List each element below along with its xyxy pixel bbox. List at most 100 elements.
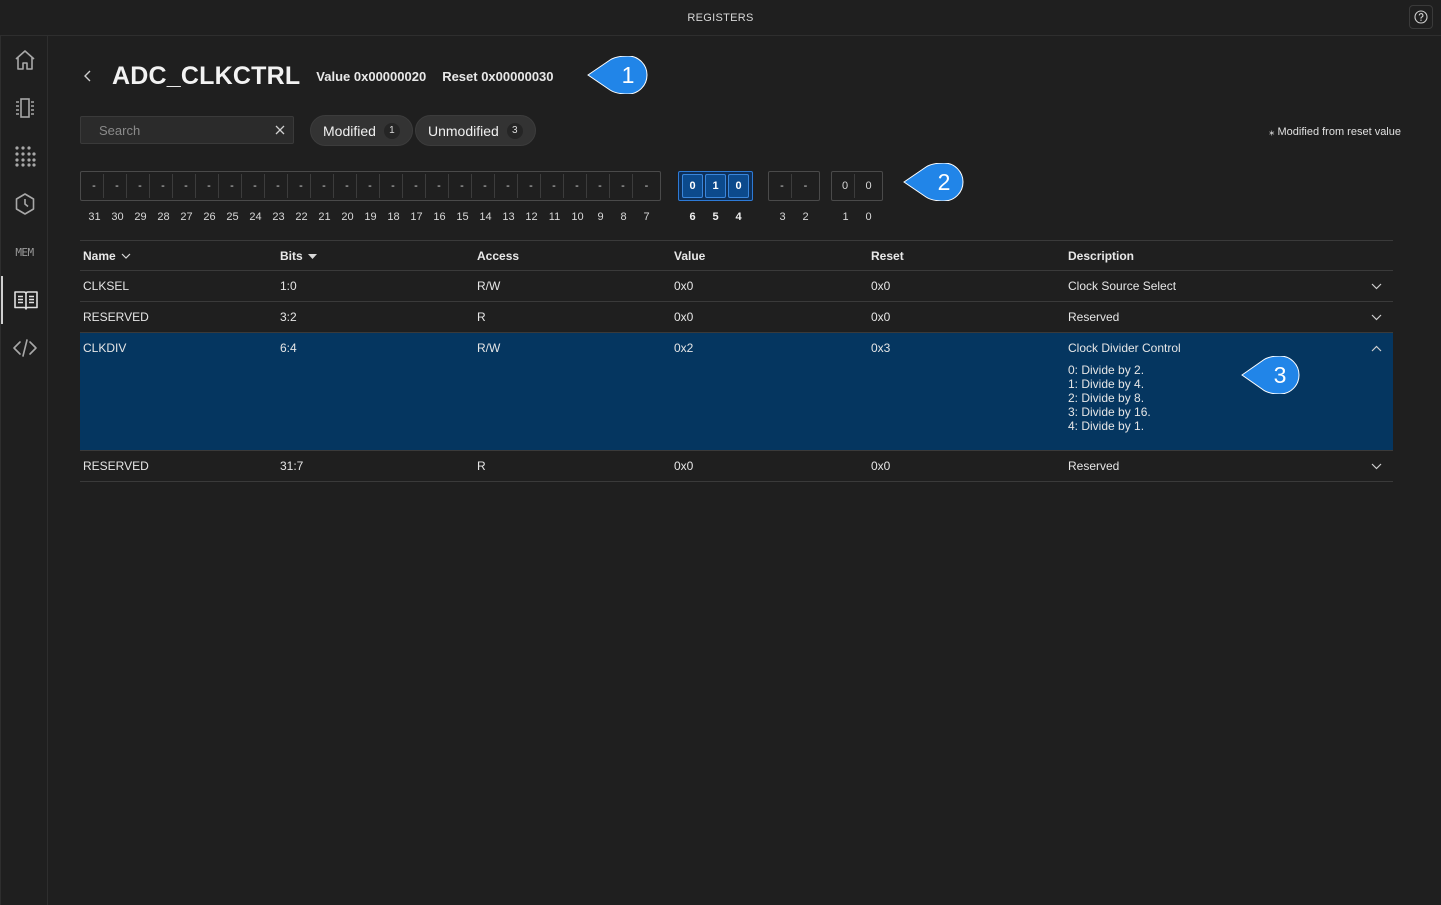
bit-cell[interactable]: - <box>637 174 656 198</box>
modified-legend-note: ⁎ Modified from reset value <box>1268 126 1401 138</box>
bit-cell[interactable]: - <box>131 174 150 198</box>
back-button[interactable] <box>80 68 96 84</box>
column-header-access[interactable]: Access <box>477 241 519 271</box>
callout-number: 1 <box>621 61 635 88</box>
bit-cell[interactable]: - <box>361 174 380 198</box>
search-field[interactable] <box>80 116 294 144</box>
bit-group-1-0[interactable]: 00 <box>831 171 883 201</box>
enum-item: 1: Divide by 4. <box>1068 377 1145 391</box>
field-value[interactable]: 0x0 <box>674 451 693 481</box>
bit-cell[interactable]: - <box>384 174 403 198</box>
chevron-left-icon <box>84 70 91 82</box>
bit-index-label: 27 <box>180 211 193 223</box>
bit-cell[interactable]: - <box>223 174 242 198</box>
column-header-value[interactable]: Value <box>674 241 705 271</box>
column-header-bits[interactable]: Bits <box>280 241 317 271</box>
bit-index-label: 16 <box>433 211 446 223</box>
register-reset-value: Reset 0x00000030 <box>442 68 554 84</box>
bit-index-label: 20 <box>341 211 354 223</box>
bit-index-label: 9 <box>597 211 604 223</box>
filter-unmodified-count: 3 <box>506 122 523 139</box>
bit-cell[interactable]: 0 <box>836 174 855 198</box>
expand-row-button[interactable] <box>1368 451 1384 481</box>
bit-cell[interactable]: 0 <box>682 174 703 198</box>
bit-cell[interactable]: - <box>292 174 311 198</box>
sidebar-item-home[interactable] <box>1 36 48 84</box>
callout-marker-3: 3 <box>1240 356 1302 394</box>
bit-cell[interactable]: - <box>246 174 265 198</box>
column-header-bits-label: Bits <box>280 249 303 263</box>
bit-cell[interactable]: - <box>108 174 127 198</box>
sidebar-item-memory[interactable]: MEM <box>1 228 48 276</box>
table-row-selected[interactable]: CLKDIV 6:4 R/W 0x2 0x3 Clock Divider Con… <box>80 333 1393 451</box>
bit-cell[interactable]: 0 <box>859 174 878 198</box>
expand-row-button[interactable] <box>1368 271 1384 301</box>
column-header-description[interactable]: Description <box>1068 241 1134 271</box>
bit-cell[interactable]: - <box>430 174 449 198</box>
bit-index-label: 26 <box>203 211 216 223</box>
bit-cell[interactable]: - <box>453 174 472 198</box>
bit-cell[interactable]: - <box>773 174 792 198</box>
enum-item: 0: Divide by 2. <box>1068 363 1145 377</box>
sort-descending-icon <box>307 253 317 259</box>
bit-cell[interactable]: - <box>614 174 633 198</box>
bit-group-31-7[interactable]: ------------------------- <box>80 171 661 201</box>
activity-sidebar: MEM <box>0 36 48 905</box>
field-name: CLKDIV <box>83 341 127 355</box>
bit-cell[interactable]: - <box>545 174 564 198</box>
help-button[interactable] <box>1409 5 1433 29</box>
filter-modified-count: 1 <box>383 122 400 139</box>
code-icon <box>12 339 37 357</box>
callout-marker-2: 2 <box>902 163 966 201</box>
field-value[interactable]: 0x0 <box>674 271 693 301</box>
search-input[interactable] <box>99 122 275 138</box>
bit-cell[interactable]: - <box>568 174 587 198</box>
filter-modified-chip[interactable]: Modified 1 <box>310 115 413 146</box>
bit-cell[interactable]: - <box>315 174 334 198</box>
sidebar-item-registers[interactable] <box>1 276 48 324</box>
table-row[interactable]: RESERVED 31:7 R 0x0 0x0 Reserved <box>80 451 1393 482</box>
sidebar-item-peripherals[interactable] <box>1 84 48 132</box>
filter-unmodified-chip[interactable]: Unmodified 3 <box>415 115 536 146</box>
bit-index-label: 2 <box>802 211 809 223</box>
bit-index-label: 17 <box>410 211 423 223</box>
bit-cell[interactable]: - <box>200 174 219 198</box>
bit-group-6-4[interactable]: 010 <box>678 171 753 201</box>
column-header-reset[interactable]: Reset <box>871 241 904 271</box>
field-name: RESERVED <box>83 459 149 473</box>
bit-cell[interactable]: - <box>407 174 426 198</box>
field-value[interactable]: 0x2 <box>674 333 693 363</box>
table-row[interactable]: CLKSEL 1:0 R/W 0x0 0x0 Clock Source Sele… <box>80 271 1393 302</box>
table-row[interactable]: RESERVED 3:2 R 0x0 0x0 Reserved <box>80 302 1393 333</box>
chevron-down-icon <box>1371 463 1381 469</box>
bit-cell[interactable]: - <box>476 174 495 198</box>
bit-cell[interactable]: - <box>269 174 288 198</box>
bit-cell[interactable]: - <box>154 174 173 198</box>
peripherals-icon <box>15 98 34 118</box>
field-value[interactable]: 0x0 <box>674 302 693 332</box>
clear-search-button[interactable] <box>275 123 285 137</box>
bit-index-label: 23 <box>272 211 285 223</box>
collapse-row-button[interactable] <box>1368 333 1384 363</box>
sidebar-item-code[interactable] <box>1 324 48 372</box>
memory-label: MEM <box>15 245 34 259</box>
bit-cell[interactable]: - <box>177 174 196 198</box>
bit-cell[interactable]: - <box>591 174 610 198</box>
bit-cell[interactable]: - <box>796 174 815 198</box>
sidebar-item-pins[interactable] <box>1 132 48 180</box>
bit-cell[interactable]: - <box>499 174 518 198</box>
bit-index-label: 0 <box>865 211 872 223</box>
help-icon <box>1414 10 1428 24</box>
bit-cell[interactable]: 0 <box>728 174 749 198</box>
bit-index-label: 7 <box>643 211 650 223</box>
close-icon <box>275 125 285 135</box>
bit-cell[interactable]: - <box>338 174 357 198</box>
bit-cell[interactable]: - <box>85 174 104 198</box>
bit-group-3-2[interactable]: -- <box>768 171 820 201</box>
column-header-name[interactable]: Name <box>83 241 131 271</box>
expand-row-button[interactable] <box>1368 302 1384 332</box>
sidebar-item-clock[interactable] <box>1 180 48 228</box>
title-bar: REGISTERS <box>0 0 1441 36</box>
bit-cell[interactable]: 1 <box>705 174 726 198</box>
bit-cell[interactable]: - <box>522 174 541 198</box>
